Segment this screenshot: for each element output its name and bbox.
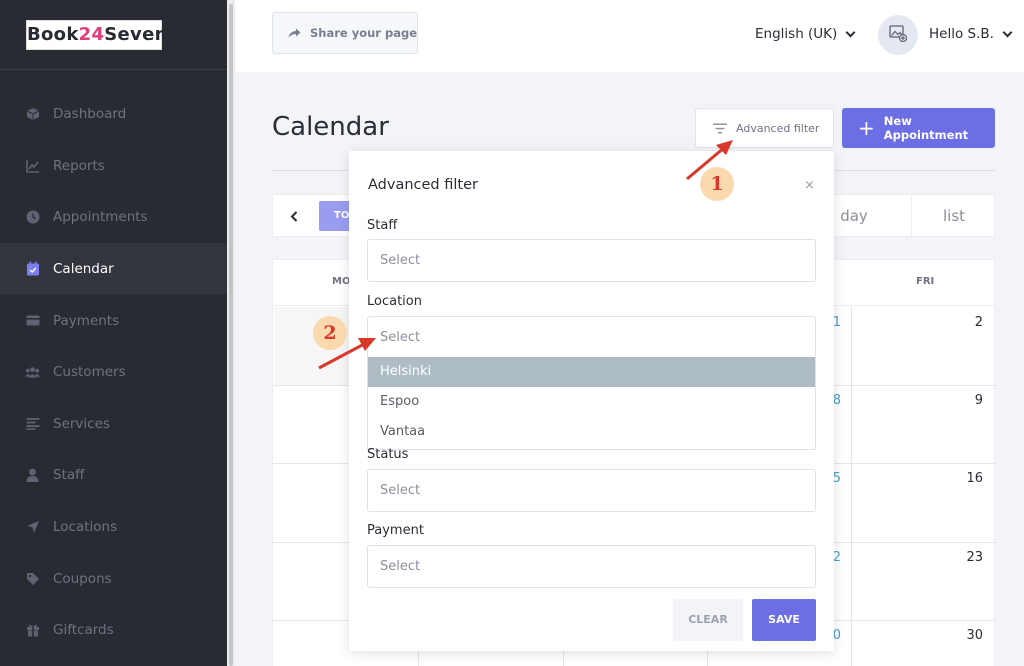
sidebar-item-coupons[interactable]: Coupons <box>0 553 227 604</box>
sidebar: Book24Seven Dashboard Reports Appointmen… <box>0 0 227 666</box>
chevron-left-icon <box>290 207 298 226</box>
sidebar-item-label: Locations <box>53 518 118 535</box>
sidebar-item-label: Services <box>53 415 110 432</box>
staff-label: Staff <box>367 218 398 233</box>
language-label: English (UK) <box>755 26 838 42</box>
chevron-down-icon <box>845 27 856 37</box>
sidebar-item-label: Appointments <box>53 208 148 225</box>
status-label: Status <box>367 447 409 462</box>
location-select[interactable]: Select <box>367 316 816 359</box>
scrollbar-thumb[interactable] <box>229 4 233 666</box>
logo-area: Book24Seven <box>0 0 227 70</box>
plus-icon: + <box>858 116 875 140</box>
sidebar-item-label: Customers <box>53 363 126 380</box>
save-button[interactable]: SAVE <box>752 599 816 641</box>
sidebar-item-label: Payments <box>53 312 120 329</box>
app-logo[interactable]: Book24Seven <box>26 20 167 50</box>
previous-button[interactable] <box>285 207 303 225</box>
view-list-button[interactable]: list <box>912 195 996 238</box>
sidebar-item-label: Dashboard <box>53 105 127 122</box>
sidebar-item-customers[interactable]: Customers <box>0 346 227 397</box>
tag-icon <box>25 571 40 586</box>
sidebar-item-appointments[interactable]: Appointments <box>0 191 227 242</box>
greeting-label: Hello S.B. <box>929 26 994 42</box>
day-cell-number[interactable]: 16 <box>953 471 983 486</box>
advanced-filter-label: Advanced filter <box>736 121 820 135</box>
day-cell-number[interactable]: 9 <box>953 393 983 408</box>
logo-text-24: 24 <box>78 24 105 45</box>
day-cell-number[interactable]: 2 <box>953 315 983 330</box>
share-page-label: Share your page <box>310 26 417 40</box>
location-option-vantaa[interactable]: Vantaa <box>368 417 815 447</box>
filter-icon <box>713 123 727 134</box>
gift-icon <box>25 622 40 637</box>
logo-text-seven: Seven <box>104 24 168 45</box>
status-select[interactable]: Select <box>367 469 816 512</box>
location-arrow-icon <box>25 519 40 534</box>
location-dropdown: Helsinki Espoo Vantaa <box>367 356 816 450</box>
sidebar-item-dashboard[interactable]: Dashboard <box>0 88 227 139</box>
sidebar-item-services[interactable]: Services <box>0 398 227 449</box>
payment-select[interactable]: Select <box>367 545 816 588</box>
sidebar-item-calendar[interactable]: Calendar <box>0 243 227 294</box>
sidebar-item-payments[interactable]: Payments <box>0 295 227 346</box>
clear-button[interactable]: CLEAR <box>673 599 743 641</box>
annotation-badge-2: 2 <box>313 316 347 350</box>
logo-text-book: Book <box>27 24 79 45</box>
calendar-icon <box>25 261 40 276</box>
sidebar-item-staff[interactable]: Staff <box>0 449 227 500</box>
close-icon[interactable]: × <box>804 178 815 193</box>
advanced-filter-modal: Advanced filter × Staff Select Location … <box>349 151 834 651</box>
sidebar-item-label: Reports <box>53 157 105 174</box>
advanced-filter-button[interactable]: Advanced filter <box>695 108 834 148</box>
page-title: Calendar <box>272 112 389 142</box>
new-appointment-label: New Appointment <box>883 114 969 142</box>
location-label: Location <box>367 294 422 309</box>
sidebar-item-label: Calendar <box>53 260 114 277</box>
payment-label: Payment <box>367 523 424 538</box>
annotation-badge-1: 1 <box>700 167 734 201</box>
clock-icon <box>25 209 40 224</box>
user-menu[interactable]: Hello S.B. <box>929 26 1013 42</box>
staff-select[interactable]: Select <box>367 239 816 282</box>
chevron-down-icon <box>1002 27 1013 37</box>
modal-title: Advanced filter <box>368 177 478 193</box>
grid-column-divider <box>851 306 852 666</box>
sidebar-item-label: Staff <box>53 466 85 483</box>
avatar[interactable] <box>878 15 918 55</box>
sidebar-item-reports[interactable]: Reports <box>0 140 227 191</box>
day-of-week-label: FRI <box>916 276 935 287</box>
location-option-espoo[interactable]: Espoo <box>368 387 815 417</box>
users-icon <box>25 364 40 379</box>
chart-icon <box>25 158 40 173</box>
language-selector[interactable]: English (UK) <box>755 26 856 42</box>
share-page-button[interactable]: Share your page <box>272 12 418 54</box>
list-icon <box>25 416 40 431</box>
day-cell-number[interactable]: 23 <box>953 550 983 565</box>
day-cell-number[interactable]: 30 <box>953 628 983 643</box>
box-icon <box>25 106 40 121</box>
sidebar-scrollbar[interactable] <box>227 0 235 666</box>
new-appointment-button[interactable]: + New Appointment <box>842 108 995 148</box>
sidebar-item-label: Coupons <box>53 570 112 587</box>
sidebar-item-label: Giftcards <box>53 621 114 638</box>
location-option-helsinki[interactable]: Helsinki <box>368 357 815 387</box>
day-of-week-label: MO <box>332 276 351 287</box>
sidebar-item-locations[interactable]: Locations <box>0 501 227 552</box>
share-icon <box>288 28 302 39</box>
wallet-icon <box>25 313 40 328</box>
image-placeholder-icon <box>889 24 908 46</box>
topbar: Share your page English (UK) Hello S.B. <box>235 0 1024 72</box>
user-icon <box>25 467 40 482</box>
sidebar-item-giftcards[interactable]: Giftcards <box>0 604 227 655</box>
